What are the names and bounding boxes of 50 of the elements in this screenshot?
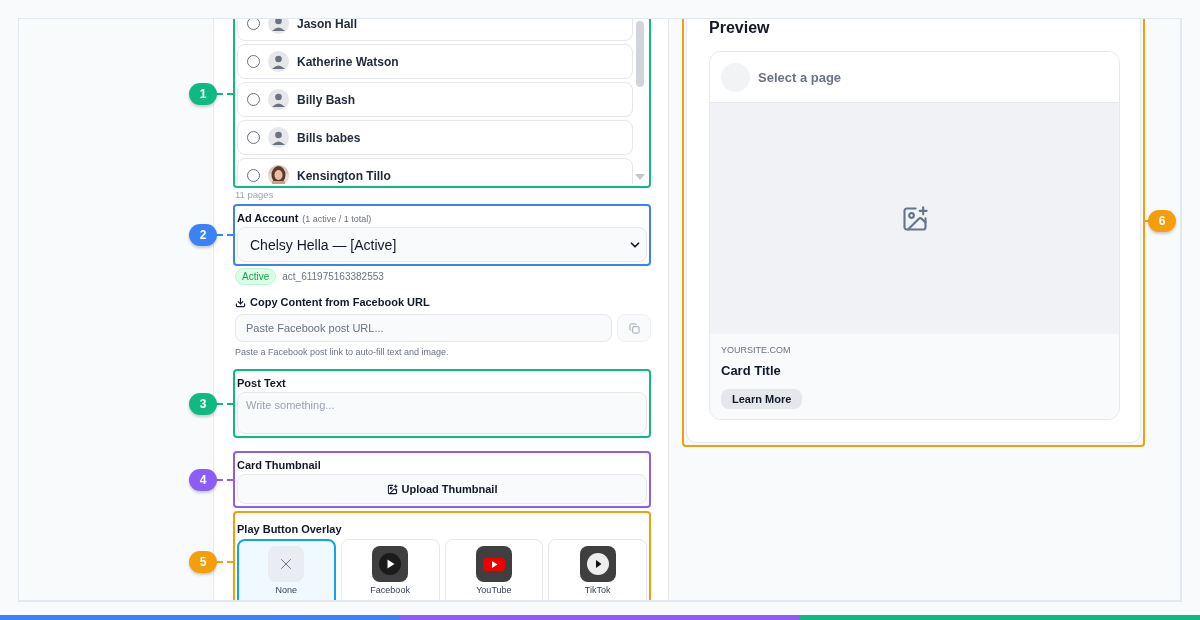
play-icon xyxy=(372,546,409,582)
page-name: Billy Bash xyxy=(297,92,356,107)
field-label: Ad Account xyxy=(237,212,299,224)
page-name: Select a page xyxy=(758,69,842,85)
play-icon xyxy=(475,546,512,582)
upload-button[interactable]: Upload Thumbnail xyxy=(237,474,647,504)
close-icon xyxy=(268,546,305,582)
status-badge: Active xyxy=(235,268,277,285)
overlay-option[interactable]: Facebook xyxy=(340,539,440,600)
field-label: Play Button Overlay xyxy=(237,523,342,535)
panel-title: Preview xyxy=(709,19,771,37)
learn-more-button[interactable]: Learn More xyxy=(721,389,803,409)
page-item[interactable]: Jason Hall xyxy=(237,19,633,41)
image-plus-icon xyxy=(386,483,398,495)
page-item[interactable]: Bills babes xyxy=(237,120,633,155)
page-name: Kensington Tillo xyxy=(297,168,391,183)
annotation-badge: 5 xyxy=(189,551,217,573)
copy-icon xyxy=(628,322,640,334)
download-icon xyxy=(235,296,246,308)
avatar-icon xyxy=(268,89,289,110)
play-icon xyxy=(579,546,616,582)
annotation-badge: 6 xyxy=(1148,209,1176,232)
field-label: Post Text xyxy=(237,377,286,389)
annotation-badge: 4 xyxy=(189,468,217,491)
image-plus-icon xyxy=(900,204,929,233)
overlay-option[interactable]: TikTok xyxy=(548,539,647,600)
page-name: Bills babes xyxy=(297,130,361,145)
account-id: act_611975163382553 xyxy=(282,271,384,282)
help-text: Paste a Facebook post link to auto-fill text and image. xyxy=(235,347,450,357)
field-label: Card Thumbnail xyxy=(237,459,321,471)
account-select[interactable]: Chelsy Hella — [Active] xyxy=(237,227,647,262)
page-item[interactable]: Billy Bash xyxy=(237,82,633,117)
field-label: Copy Content from Facebook URL xyxy=(250,296,430,308)
page-name: Jason Hall xyxy=(297,19,358,31)
post-text-field[interactable]: Write something... xyxy=(237,392,647,434)
avatar-icon xyxy=(268,127,289,148)
overlay-option[interactable]: YouTube xyxy=(444,539,544,600)
page-item[interactable]: Katherine Watson xyxy=(237,44,633,79)
site-domain: YOURSITE.COM xyxy=(721,345,791,355)
url-field[interactable]: Paste Facebook post URL... xyxy=(235,314,612,342)
account-summary: (1 active / 1 total) xyxy=(302,214,372,224)
annotation-badge: 2 xyxy=(189,224,217,246)
annotation-badge: 1 xyxy=(189,82,217,105)
page-item[interactable]: Kensington Tillo xyxy=(237,158,633,184)
page-name: Katherine Watson xyxy=(297,54,399,69)
annotation-badge: 3 xyxy=(189,392,217,415)
card-title: Card Title xyxy=(721,363,781,378)
page-count: 11 pages xyxy=(235,189,275,200)
overlay-option[interactable]: None xyxy=(237,539,336,600)
avatar-icon xyxy=(268,51,289,72)
